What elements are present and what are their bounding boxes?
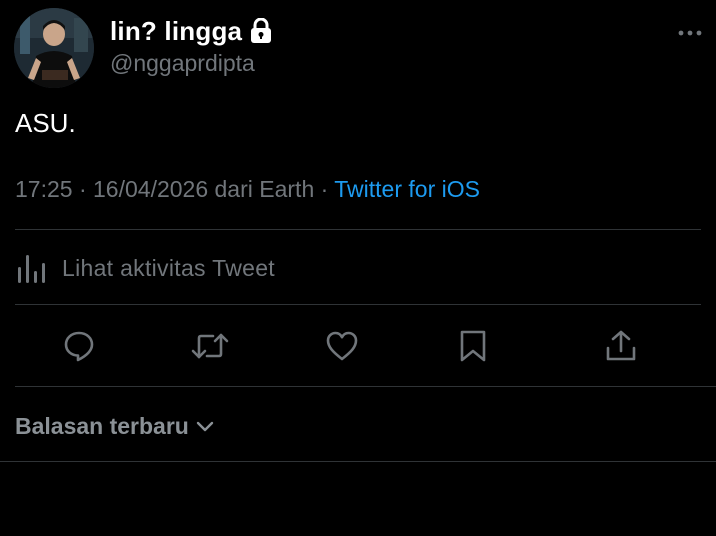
activity-label: Lihat aktivitas Tweet — [62, 254, 275, 281]
share-icon — [606, 330, 636, 361]
retweet-icon — [191, 333, 229, 359]
tweet-meta: 17:25 · 16/04/2026 dari Earth · Twitter … — [15, 176, 480, 203]
reply-button[interactable] — [59, 326, 99, 366]
meta-separator: · — [72, 176, 94, 202]
replies-sort-dropdown[interactable]: Balasan terbaru — [15, 410, 215, 442]
share-button[interactable] — [601, 326, 641, 366]
meta-separator: · — [314, 176, 335, 202]
tweet-time[interactable]: 17:25 — [15, 176, 73, 202]
bookmark-icon — [460, 330, 486, 362]
divider — [0, 461, 716, 462]
divider — [15, 304, 701, 305]
bookmark-button[interactable] — [453, 326, 493, 366]
replies-sort-label: Balasan terbaru — [15, 412, 189, 439]
view-tweet-activity[interactable]: Lihat aktivitas Tweet — [15, 244, 275, 292]
divider — [15, 229, 701, 230]
tweet-text: ASU. — [15, 108, 76, 138]
analytics-bar-icon — [18, 255, 45, 283]
lock-icon — [251, 18, 272, 43]
display-name: lin? lingga — [110, 15, 243, 46]
more-options-icon[interactable] — [676, 22, 704, 44]
divider — [15, 386, 716, 387]
heart-icon — [326, 331, 358, 361]
avatar-photo — [14, 8, 94, 88]
avatar[interactable] — [14, 8, 94, 88]
retweet-button[interactable] — [190, 326, 230, 366]
display-name-row[interactable]: lin? lingga — [110, 13, 272, 49]
tweet-client-link[interactable]: Twitter for iOS — [334, 176, 480, 202]
tweet-date-location[interactable]: 16/04/2026 dari Earth — [93, 176, 314, 202]
like-button[interactable] — [322, 326, 362, 366]
chevron-down-icon — [196, 421, 214, 432]
reply-icon — [64, 331, 94, 362]
user-handle[interactable]: @nggaprdipta — [110, 50, 255, 77]
